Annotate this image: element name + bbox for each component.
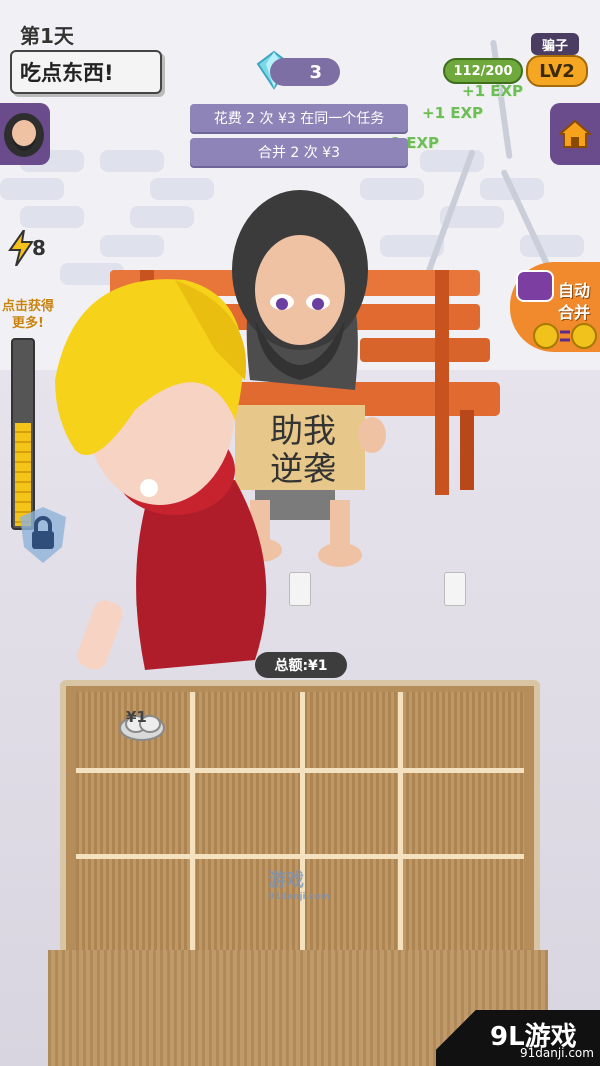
task-card-1: 花费 2 次 ¥3 在同一个任务 bbox=[190, 104, 408, 132]
coin-swap-icon bbox=[533, 323, 597, 349]
gem-counter: 3 bbox=[270, 58, 340, 86]
auto-merge-line-2: 合并 bbox=[558, 303, 591, 322]
watermark-url: 91danji.com bbox=[520, 1046, 594, 1060]
level-badge: LV2 bbox=[526, 55, 588, 87]
tap-for-more-label: 点击获得 更多! bbox=[0, 298, 56, 332]
watermark-center-text: 游戏 bbox=[268, 870, 304, 891]
watermark-center: 游戏 91danji.com bbox=[268, 866, 330, 902]
speech-bubble: 吃点东西! bbox=[10, 50, 162, 94]
auto-merge-line-1: 自动 bbox=[558, 281, 591, 300]
bearded-man-avatar-icon bbox=[4, 113, 44, 157]
tap-energy-meter[interactable] bbox=[11, 338, 35, 530]
exp-gain-float: +1 EXP bbox=[462, 82, 524, 100]
character-avatar-button[interactable] bbox=[0, 103, 50, 165]
task-card-2: 合并 2 次 ¥3 bbox=[190, 138, 408, 166]
tap-label-line-2: 更多! bbox=[12, 316, 44, 331]
lightning-icon bbox=[8, 230, 34, 266]
phone-item[interactable] bbox=[444, 572, 466, 606]
video-ad-icon bbox=[516, 270, 554, 302]
energy-count: 8 bbox=[32, 236, 46, 260]
xp-progress: 112/200 bbox=[443, 58, 523, 84]
home-icon bbox=[559, 119, 591, 148]
lock-icon[interactable] bbox=[18, 505, 68, 565]
auto-merge-label: 自动 合并 bbox=[558, 280, 590, 324]
phone-item[interactable] bbox=[289, 572, 311, 606]
coin-value-label: ¥1 bbox=[126, 708, 147, 726]
total-amount-label: 总额:¥1 bbox=[255, 652, 347, 678]
day-counter: 第1天 bbox=[20, 24, 74, 48]
home-button[interactable] bbox=[550, 103, 600, 165]
watermark-center-url: 91danji.com bbox=[268, 892, 330, 902]
passerby-girl-character bbox=[55, 279, 267, 670]
exp-gain-float: +1 EXP bbox=[422, 104, 484, 122]
rank-title-badge: 骗子 bbox=[531, 33, 579, 55]
tap-label-line-1: 点击获得 bbox=[1, 299, 54, 314]
